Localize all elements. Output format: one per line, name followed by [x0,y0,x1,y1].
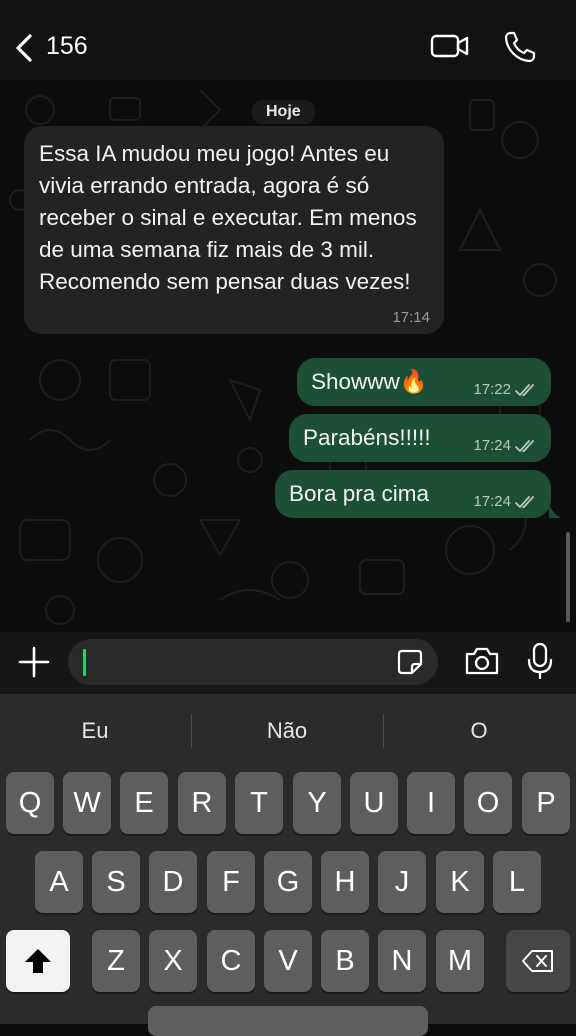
microphone-icon[interactable] [527,642,553,680]
outgoing-message[interactable]: Showww🔥 17:22 [297,358,551,406]
sticker-icon[interactable] [396,648,424,676]
key-p[interactable]: P [522,772,570,834]
date-badge: Hoje [252,100,315,124]
key-c[interactable]: C [207,930,255,992]
suggestion-item[interactable]: Não [192,694,382,768]
key-v[interactable]: V [264,930,312,992]
scrollbar[interactable] [566,532,570,622]
shift-key[interactable] [6,930,70,992]
key-l[interactable]: L [493,851,541,913]
key-y[interactable]: Y [293,772,341,834]
camera-icon[interactable] [463,644,501,678]
message-text: Parabéns!!!!! [303,425,431,450]
message-meta: 17:24 [473,437,539,454]
key-a[interactable]: A [35,851,83,913]
backspace-icon [522,950,553,972]
incoming-message[interactable]: Essa IA mudou meu jogo! Antes eu vivia e… [24,126,444,334]
key-u[interactable]: U [350,772,398,834]
key-t[interactable]: T [235,772,283,834]
key-f[interactable]: F [207,851,255,913]
keyboard: Eu Não O Q W E R T Y U I O P A S D F G H… [0,694,576,1036]
key-n[interactable]: N [378,930,426,992]
compose-bar [0,632,576,694]
suggestion-item[interactable]: O [384,694,574,768]
shift-arrow-icon [25,949,51,973]
video-call-icon[interactable] [430,30,470,62]
key-h[interactable]: H [321,851,369,913]
chat-area[interactable]: Hoje Essa IA mudou meu jogo! Antes eu vi… [0,80,576,632]
outgoing-message[interactable]: Parabéns!!!!! 17:24 [289,414,551,462]
suggestion-item[interactable]: Eu [0,694,190,768]
outgoing-message[interactable]: Bora pra cima 17:24 [275,470,551,518]
message-text: Showww🔥 [311,369,428,394]
key-d[interactable]: D [149,851,197,913]
double-check-icon [515,439,534,452]
key-s[interactable]: S [92,851,140,913]
key-b[interactable]: B [321,930,369,992]
message-meta: 17:24 [473,493,539,510]
message-time: 17:24 [473,493,511,510]
key-e[interactable]: E [120,772,168,834]
message-input[interactable] [68,639,438,685]
message-time: 17:22 [473,381,511,398]
suggestion-bar: Eu Não O [0,694,576,768]
back-chevron-icon[interactable] [10,28,40,68]
message-meta: 17:22 [473,381,539,398]
key-w[interactable]: W [63,772,111,834]
message-time: 17:24 [473,437,511,454]
chat-header: 156 [0,0,576,80]
double-check-icon [515,495,534,508]
double-check-icon [515,383,534,396]
voice-call-icon[interactable] [503,30,537,64]
key-q[interactable]: Q [6,772,54,834]
message-text: Essa IA mudou meu jogo! Antes eu vivia e… [39,141,417,294]
key-r[interactable]: R [178,772,226,834]
backspace-key[interactable] [506,930,570,992]
space-key[interactable] [148,1006,428,1036]
message-text: Bora pra cima [289,481,430,506]
contact-name[interactable]: 156 [46,32,88,61]
key-k[interactable]: K [436,851,484,913]
key-m[interactable]: M [436,930,484,992]
key-i[interactable]: I [407,772,455,834]
bubble-tail [549,504,561,518]
key-j[interactable]: J [378,851,426,913]
key-x[interactable]: X [149,930,197,992]
key-o[interactable]: O [464,772,512,834]
plus-icon[interactable] [16,644,52,680]
message-time: 17:14 [392,309,430,326]
key-g[interactable]: G [264,851,312,913]
text-caret [83,649,86,676]
key-z[interactable]: Z [92,930,140,992]
